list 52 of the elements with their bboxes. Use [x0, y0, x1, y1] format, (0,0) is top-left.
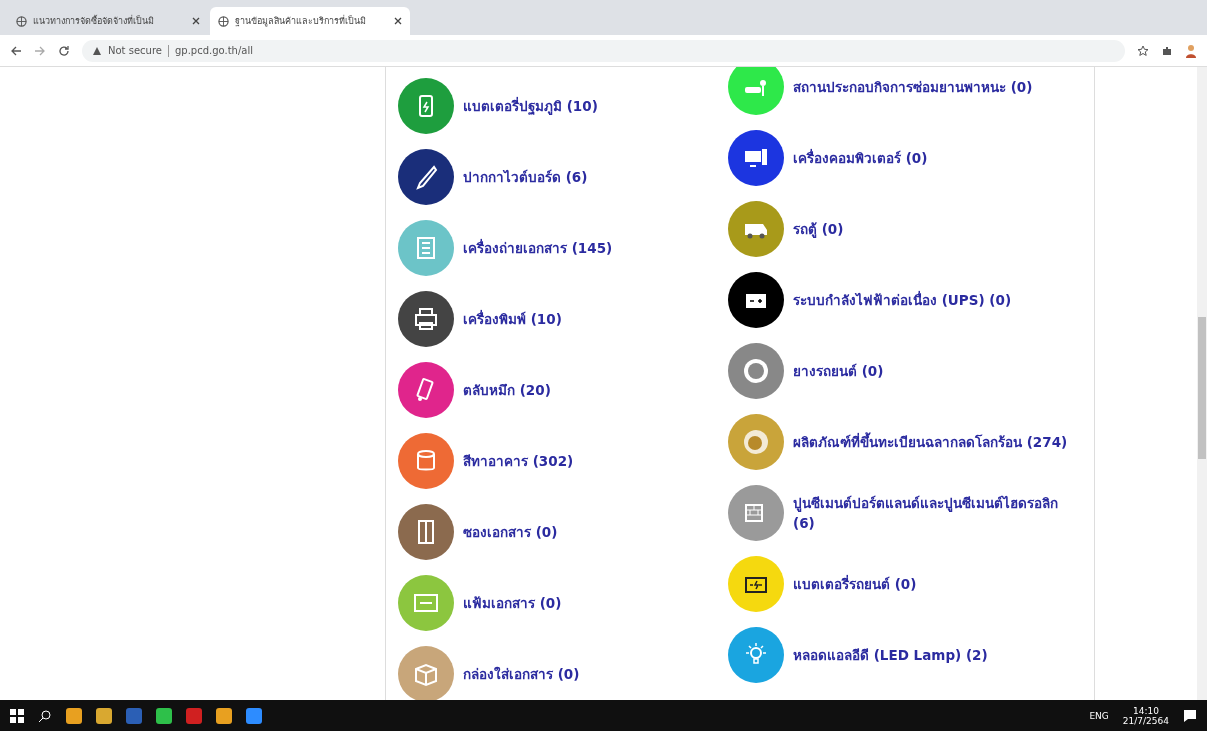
notification-icon[interactable]	[1183, 708, 1197, 723]
category-link[interactable]: ตลับหมึก (20)	[463, 380, 716, 400]
category-link[interactable]: กล่องใส่เอกสาร (0)	[463, 664, 716, 684]
category-link[interactable]: ระบบกำลังไฟฟ้าต่อเนื่อง (UPS) (0)	[793, 290, 1076, 310]
close-icon[interactable]	[192, 17, 200, 25]
category-icon[interactable]	[728, 272, 784, 328]
app-icon[interactable]	[66, 707, 82, 724]
category-link[interactable]: แบตเตอรี่ปฐมภูมิ (10)	[463, 96, 716, 116]
category-icon[interactable]	[398, 291, 454, 347]
globe-icon	[218, 15, 229, 27]
category-link[interactable]: แฟ้มเอกสาร (0)	[463, 593, 716, 613]
scroll-thumb[interactable]	[1198, 317, 1206, 459]
avatar-icon[interactable]	[1185, 43, 1197, 58]
search-icon[interactable]	[38, 708, 52, 723]
browser-tab[interactable]: แนวทางการจัดซื้อจัดจ้างที่เป็นมิ	[8, 7, 208, 35]
category-link[interactable]: ปูนซีเมนต์ปอร์ตแลนด์และปูนซีเมนต์ไฮดรอลิก (6)	[793, 493, 1076, 533]
tire-icon	[742, 357, 770, 385]
security-label: Not secure	[108, 45, 162, 56]
star-icon[interactable]	[1137, 44, 1149, 57]
language-indicator[interactable]: ENG	[1089, 710, 1109, 721]
app-icon[interactable]	[246, 707, 262, 724]
close-icon[interactable]	[394, 17, 402, 25]
printer-icon	[412, 305, 440, 333]
category-link[interactable]: ปากกาไวต์บอร์ด (6)	[463, 167, 716, 187]
category-link[interactable]: เครื่องคอมพิวเตอร์ (0)	[793, 148, 1076, 168]
category-link[interactable]: รถตู้ (0)	[793, 219, 1076, 239]
url-text: gp.pcd.go.th/all	[174, 45, 253, 56]
category-link[interactable]: สีทาอาคาร (302)	[463, 451, 716, 471]
app-icon[interactable]	[216, 707, 232, 724]
app-icon[interactable]	[96, 707, 112, 724]
warning-icon	[92, 45, 102, 56]
category-icon[interactable]	[728, 130, 784, 186]
category-link[interactable]: เครื่องพิมพ์ (10)	[463, 309, 716, 329]
reload-icon[interactable]	[58, 44, 70, 57]
category-link[interactable]: ยางรถยนต์ (0)	[793, 361, 1076, 381]
app-icon[interactable]	[156, 707, 172, 724]
category-link[interactable]: แบตเตอรี่รถยนต์ (0)	[793, 574, 1076, 594]
category-link[interactable]: เครื่องถ่ายเอกสาร (145)	[463, 238, 716, 258]
scrollbar[interactable]	[1197, 67, 1207, 700]
category-icon[interactable]	[398, 149, 454, 205]
address-bar[interactable]: Not secure gp.pcd.go.th/all	[82, 39, 1125, 62]
windows-icon[interactable]	[10, 708, 24, 723]
puzzle-icon[interactable]	[1161, 44, 1173, 57]
category-link[interactable]: หลอดแอลอีดี (LED Lamp) (2)	[793, 645, 1076, 665]
category-link[interactable]: ผลิตภัณฑ์ที่ขึ้นทะเบียนฉลากลดโลกร้อน (274)	[793, 432, 1076, 452]
browser-tab[interactable]: ฐานข้อมูลสินค้าและบริการที่เป็นมิ	[210, 7, 410, 35]
globe-icon	[16, 15, 27, 27]
category-icon[interactable]	[728, 556, 784, 612]
back-icon[interactable]	[10, 44, 22, 57]
category-link[interactable]: ซองเอกสาร (0)	[463, 522, 716, 542]
category-link[interactable]: สถานประกอบกิจการซ่อมยานพาหนะ (0)	[793, 77, 1076, 97]
clock[interactable]: 14:10 21/7/2564	[1122, 705, 1169, 726]
